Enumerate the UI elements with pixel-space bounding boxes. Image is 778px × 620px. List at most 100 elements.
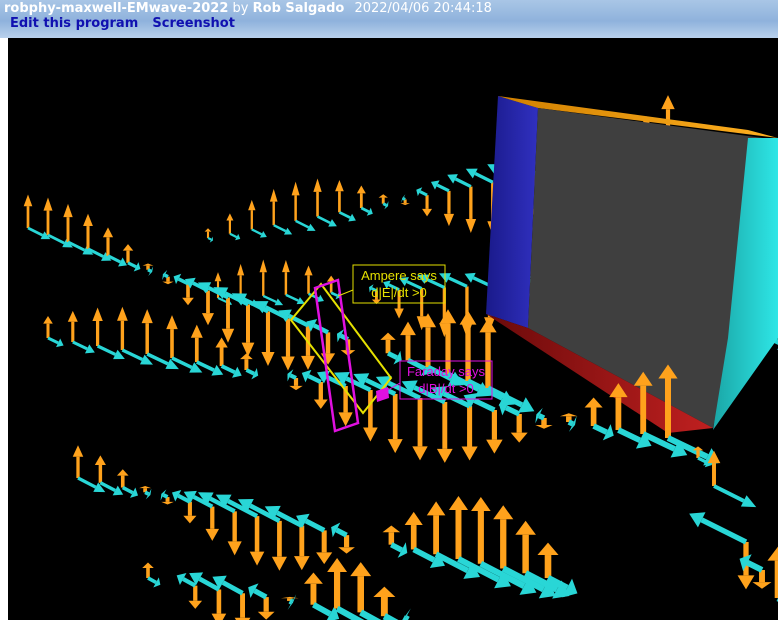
- b-field-vector-shaft: [229, 232, 238, 239]
- screenshot-link[interactable]: Screenshot: [152, 16, 235, 31]
- e-field-vector-head: [436, 448, 453, 463]
- e-field-vector-head: [182, 297, 194, 306]
- e-field-vector-head: [313, 178, 322, 192]
- program-header: robphy-maxwell-EMwave-2022 by Rob Salgad…: [0, 0, 778, 38]
- e-field-vector-head: [282, 259, 290, 273]
- e-field-vector-head: [294, 556, 310, 571]
- edit-program-link[interactable]: Edit this program: [10, 16, 138, 31]
- e-field-vector-head: [356, 185, 366, 194]
- b-field-vector-shaft: [307, 374, 322, 384]
- e-field-vector-head: [215, 337, 228, 348]
- e-field-vector-head: [289, 385, 303, 391]
- e-field-vector-head: [43, 197, 53, 211]
- b-field-vector-shaft: [330, 291, 338, 297]
- e-field-vector-head: [394, 308, 404, 319]
- b-field-vector-shaft: [144, 490, 150, 496]
- scene-svg[interactable]: Ampere says d|E|/dt >0 Faraday says d|B|…: [8, 38, 778, 620]
- b-field-vector-shaft: [27, 226, 44, 237]
- b-field-vector-shaft: [312, 602, 332, 617]
- faraday-loop: [313, 278, 360, 433]
- e-field-vector-head: [537, 542, 559, 556]
- e-field-vector-head: [63, 203, 73, 218]
- b-field-vector-shaft: [162, 493, 169, 499]
- e-field-vector-head: [479, 318, 497, 333]
- e-field-vector-head: [190, 324, 203, 338]
- b-field-vector-shaft: [207, 237, 212, 241]
- header-links: Edit this program Screenshot: [10, 15, 245, 32]
- b-field-vector-shaft: [273, 224, 287, 233]
- e-field-vector-head: [214, 272, 222, 282]
- e-field-vector-head: [281, 356, 295, 371]
- e-field-vector-head: [422, 208, 433, 217]
- e-field-vector-head: [166, 315, 178, 330]
- e-field-vector-head: [102, 227, 114, 238]
- b-field-vector-shaft: [245, 368, 255, 376]
- b-field-vector-shaft: [436, 183, 450, 193]
- b-field-vector-shaft: [316, 215, 331, 225]
- e-field-vector-head: [117, 306, 128, 321]
- e-field-vector-head: [301, 355, 315, 370]
- b-field-vector-shaft: [295, 219, 310, 229]
- e-field-vector-head: [448, 495, 469, 510]
- e-field-vector-head: [316, 552, 333, 565]
- e-field-vector-head: [142, 263, 154, 266]
- e-field-vector-head: [382, 525, 401, 533]
- e-field-vector-head: [304, 572, 323, 584]
- e-field-vector-head: [304, 265, 313, 276]
- e-field-vector-head: [161, 501, 174, 505]
- e-field-vector-head: [259, 259, 267, 273]
- b-field-vector-shaft: [163, 273, 169, 279]
- e-field-vector-head: [142, 562, 154, 568]
- b-field-vector-shaft: [472, 276, 491, 287]
- e-field-vector-head: [271, 556, 287, 571]
- b-field-vector-shaft: [47, 336, 59, 345]
- ampere-label-line2: d|E|/dt >0: [371, 285, 427, 300]
- b-field-vector-shaft: [335, 527, 348, 538]
- b-field-vector-shaft: [221, 580, 244, 596]
- b-field-vector-shaft: [567, 419, 575, 427]
- b-field-vector-shaft: [386, 351, 398, 360]
- e-field-vector-head: [515, 520, 536, 535]
- b-field-vector-shaft: [288, 598, 294, 605]
- b-field-vector-shaft: [412, 546, 436, 563]
- b-field-vector-shaft: [289, 373, 297, 380]
- e-field-vector-head: [280, 596, 299, 599]
- b-field-vector-shaft: [382, 202, 388, 207]
- by-text: by: [232, 1, 249, 16]
- e-field-vector-head: [92, 307, 103, 321]
- b-field-vector-shaft: [537, 413, 546, 421]
- b-field-vector-shaft: [220, 364, 236, 374]
- e-field-vector-head: [471, 497, 491, 512]
- e-field-vector-head: [535, 424, 553, 429]
- e-field-vector-head: [204, 228, 212, 232]
- e-field-vector-head: [227, 541, 242, 556]
- e-field-vector-head: [404, 511, 423, 526]
- e-field-vector-head: [373, 586, 396, 597]
- ampere-label-line1: Ampere says: [361, 268, 437, 283]
- e-field-vector-head: [459, 310, 477, 325]
- e-field-vector-head: [241, 342, 255, 357]
- e-field-vector-head: [226, 213, 234, 221]
- e-field-vector-head: [465, 218, 477, 233]
- e-field-vector-head: [183, 515, 197, 524]
- b-field-vector-shaft: [96, 344, 117, 356]
- e-field-vector-head: [752, 582, 772, 589]
- e-field-vector-head: [141, 309, 153, 324]
- b-field-vector-shaft: [72, 340, 88, 351]
- e-field-vector-head: [426, 501, 446, 516]
- e-field-vector-head: [737, 575, 755, 590]
- b-field-vector-shaft: [262, 294, 277, 303]
- e-field-vector-head: [221, 328, 235, 343]
- b-field-vector-shaft: [121, 348, 144, 362]
- b-field-vector-head: [402, 608, 411, 620]
- program-name: robphy-maxwell-EMwave-2022: [4, 1, 229, 16]
- e-field-vector-head: [313, 399, 328, 409]
- e-field-vector-head: [188, 600, 203, 609]
- timestamp: 2022/04/06 20:44:18: [354, 1, 492, 16]
- e-field-vector-head: [139, 485, 152, 489]
- b-field-vector-shaft: [47, 233, 65, 245]
- e-field-vector-head: [122, 244, 134, 251]
- 3d-scene-canvas[interactable]: Ampere says d|E|/dt >0 Faraday says d|B|…: [8, 38, 778, 620]
- b-field-vector-shaft: [454, 177, 472, 189]
- b-field-vector-shaft: [147, 576, 157, 585]
